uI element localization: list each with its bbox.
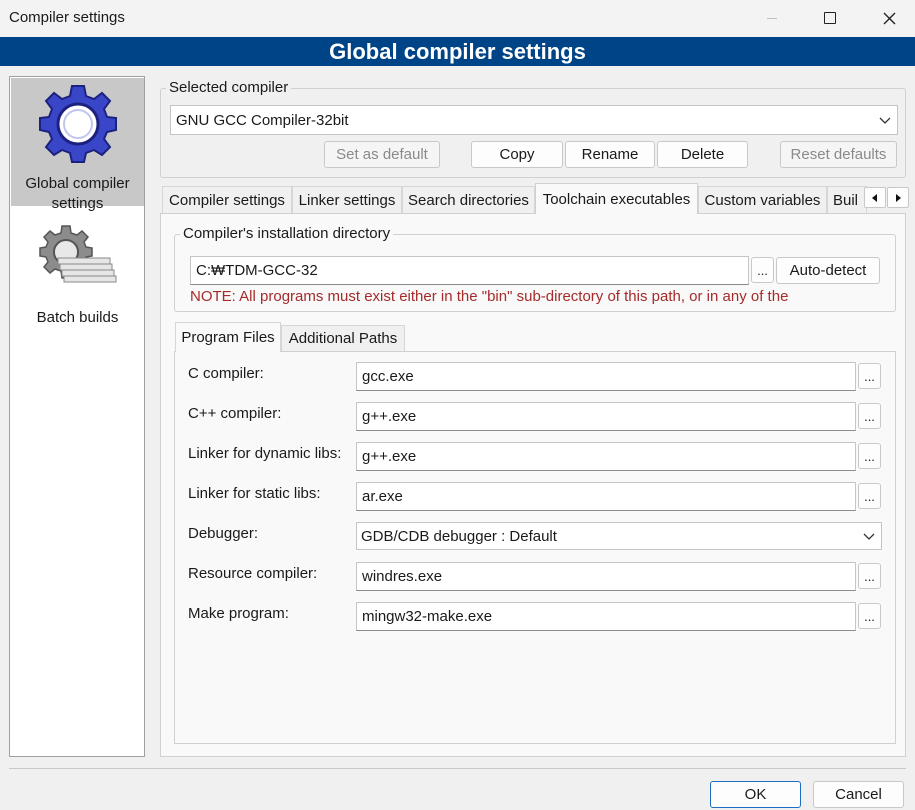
install-dir-legend: Compiler's installation directory bbox=[180, 225, 394, 242]
tab-linker-settings[interactable]: Linker settings bbox=[292, 186, 402, 213]
close-icon bbox=[883, 12, 895, 24]
linker-dynamic-input[interactable]: g++.exe bbox=[356, 442, 856, 471]
sidebar: Global compiler settings Batch builds bbox=[9, 76, 145, 757]
arrow-right-icon bbox=[896, 193, 901, 202]
c-compiler-input[interactable]: gcc.exe bbox=[356, 362, 856, 391]
auto-detect-button[interactable]: Auto-detect bbox=[776, 257, 880, 284]
linker-static-value: ar.exe bbox=[362, 488, 403, 505]
set-as-default-button[interactable]: Set as default bbox=[324, 141, 440, 168]
linker-static-input[interactable]: ar.exe bbox=[356, 482, 856, 511]
gear-grey-icon bbox=[38, 225, 116, 283]
tab-search-directories[interactable]: Search directories bbox=[402, 186, 535, 213]
debugger-label: Debugger: bbox=[188, 525, 259, 542]
copy-button[interactable]: Copy bbox=[471, 141, 563, 168]
install-dir-note: NOTE: All programs must exist either in … bbox=[190, 288, 789, 305]
ok-button[interactable]: OK bbox=[710, 781, 801, 808]
chevron-down-icon bbox=[863, 533, 875, 540]
make-program-label: Make program: bbox=[188, 605, 289, 622]
debugger-select[interactable]: GDB/CDB debugger : Default bbox=[356, 522, 882, 550]
make-program-value: mingw32-make.exe bbox=[362, 608, 493, 625]
compiler-select[interactable]: GNU GCC Compiler-32bit bbox=[170, 105, 898, 135]
linker-dynamic-value: g++.exe bbox=[362, 448, 417, 465]
tab-compiler-settings[interactable]: Compiler settings bbox=[162, 186, 292, 213]
linker-static-label: Linker for static libs: bbox=[188, 485, 321, 502]
arrow-left-icon bbox=[872, 193, 877, 202]
compiler-select-value: GNU GCC Compiler-32bit bbox=[176, 111, 349, 129]
maximize-button[interactable] bbox=[807, 0, 853, 36]
chevron-down-icon bbox=[879, 117, 891, 124]
sidebar-item-label: Batch builds bbox=[36, 309, 119, 326]
footer-divider bbox=[9, 768, 906, 769]
reset-defaults-button[interactable]: Reset defaults bbox=[780, 141, 897, 168]
close-button[interactable] bbox=[866, 0, 912, 36]
tab-scroll-left-button[interactable] bbox=[864, 187, 886, 208]
linker-dynamic-browse-button[interactable]: ... bbox=[858, 443, 881, 469]
make-program-browse-button[interactable]: ... bbox=[858, 603, 881, 629]
c-compiler-value: gcc.exe bbox=[362, 368, 414, 385]
selected-compiler-legend: Selected compiler bbox=[166, 79, 292, 96]
gear-blue-icon bbox=[38, 85, 117, 163]
sidebar-item-label: Global compiler bbox=[25, 175, 130, 192]
linker-static-browse-button[interactable]: ... bbox=[858, 483, 881, 509]
c-compiler-label: C compiler: bbox=[188, 365, 264, 382]
cancel-button[interactable]: Cancel bbox=[813, 781, 904, 808]
tab-build-options[interactable]: Buil bbox=[827, 186, 867, 213]
tab-additional-paths[interactable]: Additional Paths bbox=[281, 325, 405, 351]
sidebar-item-global-compiler-settings[interactable]: Global compiler settings bbox=[11, 78, 144, 212]
resource-compiler-browse-button[interactable]: ... bbox=[858, 563, 881, 589]
cpp-compiler-label: C++ compiler: bbox=[188, 405, 282, 422]
rename-button[interactable]: Rename bbox=[565, 141, 655, 168]
page-title: Global compiler settings bbox=[0, 37, 915, 66]
sidebar-item-label: settings bbox=[51, 195, 104, 212]
cpp-compiler-browse-button[interactable]: ... bbox=[858, 403, 881, 429]
tab-scroll-right-button[interactable] bbox=[887, 187, 909, 208]
tab-toolchain-executables[interactable]: Toolchain executables bbox=[535, 183, 698, 214]
tab-program-files[interactable]: Program Files bbox=[175, 322, 281, 352]
install-dir-value: C:₩TDM-GCC-32 bbox=[196, 262, 318, 279]
linker-dynamic-label: Linker for dynamic libs: bbox=[188, 445, 342, 462]
resource-compiler-value: windres.exe bbox=[362, 568, 443, 585]
install-dir-browse-button[interactable]: ... bbox=[751, 257, 774, 283]
debugger-select-value: GDB/CDB debugger : Default bbox=[361, 527, 557, 545]
resource-compiler-label: Resource compiler: bbox=[188, 565, 318, 582]
sidebar-item-batch-builds[interactable]: Batch builds bbox=[11, 222, 144, 326]
c-compiler-browse-button[interactable]: ... bbox=[858, 363, 881, 389]
window-title: Compiler settings bbox=[9, 9, 125, 26]
make-program-input[interactable]: mingw32-make.exe bbox=[356, 602, 856, 631]
tab-custom-variables[interactable]: Custom variables bbox=[698, 186, 827, 213]
minimize-icon bbox=[767, 17, 777, 19]
delete-button[interactable]: Delete bbox=[657, 141, 748, 168]
resource-compiler-input[interactable]: windres.exe bbox=[356, 562, 856, 591]
cpp-compiler-value: g++.exe bbox=[362, 408, 417, 425]
install-dir-input[interactable]: C:₩TDM-GCC-32 bbox=[190, 256, 749, 285]
title-bar: Compiler settings bbox=[0, 0, 915, 36]
maximize-icon bbox=[824, 12, 836, 24]
cpp-compiler-input[interactable]: g++.exe bbox=[356, 402, 856, 431]
minimize-button[interactable] bbox=[749, 0, 795, 36]
